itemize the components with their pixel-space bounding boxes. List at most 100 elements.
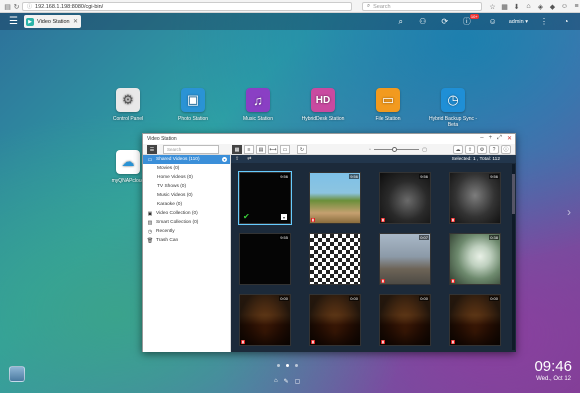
- user-menu[interactable]: admin ▾: [509, 19, 528, 25]
- remote-access-icon[interactable]: ⚇: [417, 15, 429, 28]
- reload-icon[interactable]: ↻: [12, 2, 21, 11]
- upload-icon[interactable]: ⇪: [235, 156, 239, 162]
- refresh-button[interactable]: ↻: [297, 145, 307, 154]
- list-view-button[interactable]: ≡: [244, 145, 254, 154]
- video-thumbnail[interactable]: 9:56 ▮: [449, 172, 501, 224]
- chevron-down-icon[interactable]: ▾: [222, 157, 227, 162]
- taskbar-app-video-station[interactable]: ▶ Video Station ✕: [24, 15, 81, 28]
- filter-icon[interactable]: ⇄: [247, 156, 251, 162]
- help-button[interactable]: ?: [489, 145, 499, 154]
- desktop-icon-label: Control Panel: [112, 116, 144, 122]
- video-thumbnail[interactable]: 0:07 ▮: [379, 233, 431, 285]
- video-thumbnail[interactable]: 0:00 ▮: [379, 294, 431, 346]
- sidebar-item-recently[interactable]: ◷ Recently: [143, 227, 230, 236]
- user-icon[interactable]: ☺: [487, 15, 499, 28]
- video-thumbnail[interactable]: 9:56 ▮: [309, 172, 361, 224]
- page-dot[interactable]: [277, 364, 280, 367]
- tools-icon[interactable]: ✎: [284, 378, 289, 385]
- emoji-icon[interactable]: ☺: [560, 1, 569, 12]
- desktop-icon-file-station[interactable]: ▭ File Station: [363, 88, 413, 122]
- hd-badge-icon: ▮: [451, 340, 455, 344]
- video-search-input[interactable]: Search: [163, 145, 219, 154]
- timeline-view-button[interactable]: ⟷: [268, 145, 278, 154]
- search-icon[interactable]: ⌕: [395, 15, 407, 28]
- info-icon[interactable]: ⓘ: [27, 3, 32, 10]
- more-options-icon[interactable]: ⋮: [538, 15, 550, 28]
- video-search-placeholder: Search: [167, 147, 182, 152]
- desktop-icon-photo-station[interactable]: ▣ Photo Station: [168, 88, 218, 122]
- video-thumbnail[interactable]: 0:00 ▮: [239, 294, 291, 346]
- folder-view-button[interactable]: ▭: [280, 145, 290, 154]
- sidebar-item-tv-shows[interactable]: TV Shows (0): [143, 182, 230, 191]
- video-thumbnail[interactable]: 0:00 ▮: [449, 294, 501, 346]
- browser-search-input[interactable]: ⌕ Search: [362, 2, 482, 11]
- notification-icon[interactable]: ⓘ 10+: [461, 14, 479, 28]
- page-dot[interactable]: [295, 364, 298, 367]
- desktop-icon[interactable]: ⌂: [274, 378, 278, 385]
- video-thumbnail[interactable]: 0:38 ▮: [449, 233, 501, 285]
- minimize-icon[interactable]: –: [480, 135, 483, 142]
- duration-label: 0:00: [489, 296, 499, 301]
- extension-icon[interactable]: ◆: [548, 1, 557, 12]
- video-thumbnail[interactable]: 9:55: [239, 233, 291, 285]
- sidebar-item-label: Recently: [156, 229, 175, 234]
- thumbnail-menu-icon[interactable]: ▾: [281, 214, 287, 220]
- sidebar-item-trash-can[interactable]: 🗑 Trash Can: [143, 236, 230, 245]
- zoom-track[interactable]: [373, 147, 420, 152]
- toggle-sidebar-button[interactable]: ☰: [147, 145, 157, 154]
- upload-button[interactable]: ⇪: [465, 145, 475, 154]
- zoom-out-icon[interactable]: ▫: [369, 147, 371, 153]
- desktop-icon-control-panel[interactable]: ⚙ Control Panel: [103, 88, 153, 122]
- sidebar-item-video-collection[interactable]: ▣ Video Collection (0): [143, 209, 230, 218]
- main-menu-button[interactable]: ☰: [8, 16, 19, 27]
- pocket-icon[interactable]: ◈: [536, 1, 545, 12]
- hamburger-menu-icon[interactable]: ≡: [572, 1, 580, 12]
- app-tab-label: Video Station: [37, 18, 70, 25]
- desktop-icon-music-station[interactable]: ♫ Music Station: [233, 88, 283, 122]
- sidebar-item-home-videos[interactable]: Home Videos (0): [143, 173, 230, 182]
- reading-list-icon[interactable]: ▦: [500, 1, 509, 12]
- window-titlebar[interactable]: Video Station – + ⤢ ✕: [143, 134, 515, 144]
- video-thumbnail[interactable]: 0:00 ▮: [309, 294, 361, 346]
- page-dot[interactable]: [286, 364, 289, 367]
- home-icon[interactable]: ⌂: [524, 1, 533, 12]
- detail-view-button[interactable]: ▤: [256, 145, 266, 154]
- zoom-slider[interactable]: ▫ ▢: [369, 146, 427, 153]
- close-icon[interactable]: ✕: [73, 18, 78, 25]
- window-icon[interactable]: ▢: [295, 378, 301, 385]
- video-thumbnail[interactable]: 9:56 ▮: [379, 172, 431, 224]
- maximize-icon[interactable]: +: [489, 135, 493, 142]
- desktop-trash-icon[interactable]: [9, 366, 25, 382]
- thumbnail-view-button[interactable]: ▦: [232, 145, 242, 154]
- background-tasks-icon[interactable]: ⟳: [439, 15, 451, 28]
- settings-button[interactable]: ⚙: [477, 145, 487, 154]
- download-icon[interactable]: ⬇: [512, 1, 521, 12]
- sidebar-item-movies[interactable]: Movies (0): [143, 164, 230, 173]
- zoom-in-icon[interactable]: ▢: [422, 147, 427, 153]
- star-icon[interactable]: ☆: [488, 1, 497, 12]
- sidebar-item-karaoke[interactable]: Karaoke (0): [143, 200, 230, 209]
- address-bar[interactable]: ⓘ 192.168.1.198:8080/cgi-bin/: [22, 2, 352, 11]
- browser-menu-icon[interactable]: ▤: [3, 2, 12, 11]
- restore-icon[interactable]: ⤢: [497, 135, 502, 142]
- cloud-link-button[interactable]: ☁: [453, 145, 463, 154]
- next-page-arrow-icon[interactable]: ›: [567, 205, 571, 219]
- duration-label: 0:00: [279, 296, 289, 301]
- dashboard-icon[interactable]: ◔: [560, 15, 572, 28]
- sidebar-item-shared-videos[interactable]: ▭ Shared Videos (110) ▾: [143, 155, 230, 164]
- scrollbar[interactable]: [512, 164, 515, 350]
- sidebar-item-smart-collection[interactable]: ▥ Smart Collection (0): [143, 218, 230, 227]
- desktop-icon-label: Music Station: [242, 116, 273, 122]
- checkmark-icon[interactable]: ✔: [243, 212, 250, 221]
- video-thumbnail[interactable]: [309, 233, 361, 285]
- video-thumbnail[interactable]: 9:56 ✔ ▾: [238, 171, 292, 225]
- info-button[interactable]: ⓘ: [501, 145, 511, 154]
- desktop-icon-hybriddesk-station[interactable]: HD HybridDesk Station: [298, 88, 348, 122]
- close-icon[interactable]: ✕: [507, 135, 512, 142]
- zoom-knob[interactable]: [391, 147, 397, 152]
- video-grid-area: ⇪ ⇄ Selected: 1 , Total: 112 9:56 ✔ ▾ 9:56 ▮…: [231, 155, 516, 352]
- video-toolbar: ☰ Search ▦ ≡ ▤ ⟷ ▭ ↻ ▫ ▢ ☁ ⇪ ⚙ ? ⓘ: [143, 144, 515, 155]
- scrollbar-thumb[interactable]: [512, 174, 515, 214]
- sidebar-item-music-videos[interactable]: Music Videos (0): [143, 191, 230, 200]
- desktop-icon-hybrid-backup-sync[interactable]: ◷ Hybrid Backup Sync - Beta: [428, 88, 478, 128]
